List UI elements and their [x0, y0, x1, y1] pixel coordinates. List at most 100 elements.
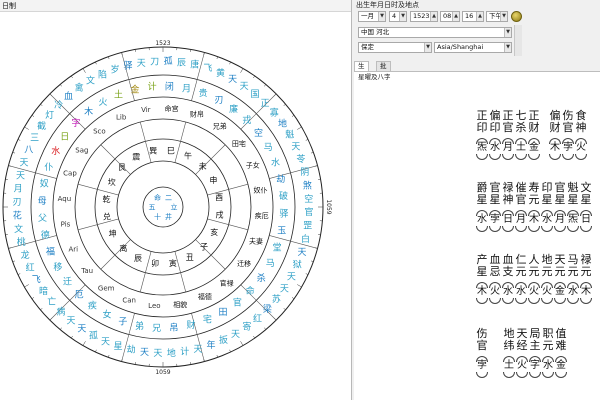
- spin-arrows-icon: ▲: [430, 12, 437, 21]
- bracket-arc: [515, 154, 527, 160]
- middle-star-label: 杀: [257, 272, 266, 284]
- middle-star-label: 火: [98, 97, 107, 108]
- bracket-arc: [542, 372, 554, 378]
- bracket-arc: [476, 226, 488, 232]
- degree-tick: [274, 93, 277, 96]
- house-label: Sco: [93, 128, 106, 136]
- tab-birth[interactable]: 生年: [354, 61, 369, 79]
- degree-tick: [240, 68, 244, 73]
- degree-tick: [49, 93, 52, 96]
- outer-star-label: 灯: [45, 110, 54, 121]
- center-label: 立: [171, 202, 178, 211]
- outer-star-label: 三: [30, 134, 39, 144]
- outer-star-label: 煞: [303, 179, 312, 191]
- bazi-column-label: 官星: [489, 181, 501, 206]
- bazi-column-label: 血忌: [489, 253, 501, 278]
- degree-tick: [291, 297, 295, 299]
- chevron-down-icon: ▼: [378, 12, 385, 21]
- bracket-arc: [529, 372, 541, 378]
- outer-star-label: 劫: [127, 344, 136, 356]
- branch-label: 亥: [210, 227, 218, 237]
- outer-star-label: 天: [153, 349, 162, 359]
- degree-tick: [82, 68, 86, 73]
- bracket-arc: [554, 226, 566, 232]
- outer-star-label: 冷: [54, 99, 63, 111]
- house-label: 财帛: [190, 109, 204, 118]
- bazi-column-label: 七杀: [515, 109, 527, 134]
- bazi-star-value: 木: [550, 142, 560, 153]
- bracket-arc: [575, 154, 587, 160]
- outer-star-label: 扳: [219, 334, 228, 346]
- month-select[interactable]: 一月 ▼: [358, 11, 386, 22]
- outer-star-label: 红: [26, 262, 35, 274]
- day-select[interactable]: 4 ▼: [389, 11, 407, 22]
- bazi-column-label: 地纬: [503, 327, 515, 352]
- minute-stepper[interactable]: 16 ▲: [462, 11, 484, 22]
- bracket-arc: [502, 154, 514, 160]
- degree-tick: [17, 139, 21, 141]
- outer-star-label: 白: [301, 233, 310, 245]
- timezone-select[interactable]: Asia/Shanghai ▼: [434, 42, 512, 53]
- degree-tick: [59, 84, 62, 87]
- scrollbar[interactable]: [514, 25, 522, 56]
- tab-notes[interactable]: 批注: [376, 61, 391, 79]
- bazi-star-value: 水: [542, 214, 552, 225]
- outer-star-label: 截: [37, 120, 46, 132]
- degree-tick: [71, 335, 73, 339]
- city-select[interactable]: 保定 ▼: [358, 42, 432, 53]
- house-label: Can: [122, 296, 136, 304]
- confirm-coin-icon[interactable]: [511, 11, 522, 22]
- bazi-column-label: 值难: [555, 327, 567, 352]
- middle-star-label: 弟: [135, 320, 144, 332]
- bazi-star-value: 土: [516, 142, 526, 153]
- hour-stepper[interactable]: 08 ▲: [440, 11, 460, 22]
- branch-label: 寅: [169, 258, 177, 268]
- bracket-arc: [555, 372, 567, 378]
- bazi-column-label: 偏印: [489, 109, 501, 134]
- outer-star-label: 罡: [303, 221, 312, 232]
- branch-label: 未: [199, 161, 207, 171]
- outer-star-label: 苓: [296, 153, 305, 165]
- outer-star-label: 天: [297, 248, 306, 258]
- middle-star-label: 月: [182, 83, 191, 94]
- bazi-star-value: 金: [556, 360, 566, 371]
- bracket-arc: [515, 298, 527, 304]
- middle-star-label: 劫: [276, 173, 285, 185]
- middle-star-label: 奴: [40, 178, 49, 190]
- outer-star-label: 病: [56, 306, 65, 318]
- year-stepper[interactable]: 1523 ▲: [410, 11, 438, 22]
- bracket-arc: [554, 298, 566, 304]
- bazi-star-value: 土: [504, 360, 514, 371]
- bazi-column-label: 正财: [528, 109, 540, 134]
- outer-star-label: 孤: [89, 329, 98, 341]
- astrology-wheel[interactable]: 孤辰唐飞黄天天国正寡地魁天苓阴煞空官罡白天狱天天苏梁红寄天扳年天计地天天劫星天孤…: [0, 12, 352, 400]
- bazi-star-value: 日: [581, 214, 591, 225]
- degree-tick: [297, 126, 302, 130]
- middle-star-label: 闭: [165, 80, 174, 92]
- middle-star-label: 廉: [229, 103, 238, 115]
- outer-star-label: 暗: [39, 285, 48, 297]
- degree-tick: [82, 341, 86, 346]
- branch-label: 乾: [103, 194, 111, 204]
- house-label: 奴仆: [253, 185, 267, 194]
- country-select[interactable]: 中国 河北 ▼: [358, 27, 512, 38]
- bracket-arc: [516, 372, 528, 378]
- bazi-star-value: 火: [576, 142, 586, 153]
- house-label: Vir: [141, 106, 151, 114]
- degree-tick: [229, 61, 231, 65]
- outer-star-label: 梁: [263, 303, 272, 315]
- degree-label-top: 1523: [155, 40, 170, 47]
- outer-star-label: 红: [253, 312, 262, 324]
- outer-star-label: 正: [261, 99, 270, 109]
- bazi-star-value: 木: [529, 214, 539, 225]
- branch-label: 戌: [215, 210, 223, 220]
- house-label: Gem: [98, 285, 115, 293]
- degree-label-bottom: 1059: [155, 369, 170, 376]
- ampm-select[interactable]: 下午 ▼: [486, 11, 508, 22]
- middle-star-label: 母: [38, 196, 47, 207]
- middle-star-label: 戎: [242, 114, 251, 126]
- degree-tick: [49, 318, 52, 321]
- outer-star-label: 禽: [75, 82, 84, 94]
- chart-pane: 日制 孤辰唐飞黄天天国正寡地魁天苓阴煞空官罡白天狱天天苏梁红寄天扳年天计地天天劫…: [0, 0, 352, 400]
- bazi-heading: 星曜及八字: [358, 73, 391, 81]
